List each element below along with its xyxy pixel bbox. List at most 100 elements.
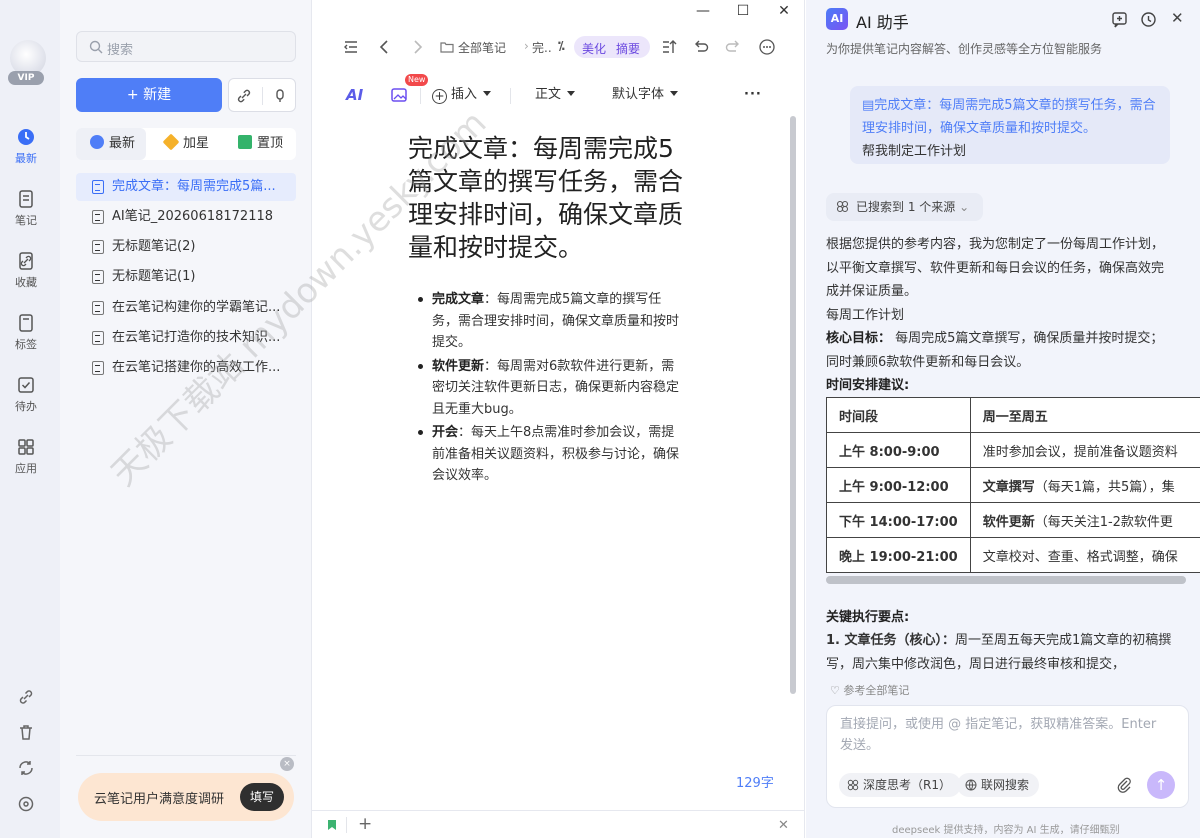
web-search-toggle[interactable]: 联网搜索 xyxy=(957,773,1040,797)
ai-write-button[interactable]: AI xyxy=(346,86,363,104)
note-title: AI笔记_20260618172118 xyxy=(112,209,274,224)
summary-button[interactable]: 摘要 xyxy=(616,40,640,57)
close-icon[interactable]: × xyxy=(280,757,294,771)
deep-think-toggle[interactable]: 深度思考（R1） xyxy=(839,773,961,797)
maximize-button[interactable]: ☐ xyxy=(736,4,750,18)
tab-label: 最新 xyxy=(109,136,136,151)
list-item[interactable]: 在云笔记搭建你的高效工作... xyxy=(76,354,296,382)
survey-fill-button[interactable]: 填写 xyxy=(240,783,284,811)
chip-label: 联网搜索 xyxy=(981,778,1030,792)
new-note-button[interactable]: + 新建 xyxy=(76,78,222,112)
add-tab-button[interactable]: + xyxy=(358,814,372,834)
rail-item-label: 收藏 xyxy=(15,276,37,289)
deep-think-icon xyxy=(847,779,859,791)
voice-record-icon[interactable] xyxy=(271,87,289,105)
list-item[interactable]: 无标题笔记(2) xyxy=(76,233,296,261)
minimize-button[interactable]: — xyxy=(696,4,710,18)
rail-item-notes[interactable]: 笔记 xyxy=(0,189,52,228)
table-row: 下午 14:00-17:00 软件更新（每天关注1-2款软件更 xyxy=(826,502,1200,538)
ai-question-input[interactable]: 直接提问，或使用 @ 指定笔记，获取精准答案。Enter 发送。 深度思考（R1… xyxy=(826,705,1189,808)
cell-text: 文章校对、查重、格式调整，确保 xyxy=(982,549,1178,565)
trash-icon[interactable] xyxy=(16,722,36,742)
back-icon[interactable] xyxy=(376,38,394,56)
quote-text: 完成文章：每周需完成5篇文章的撰写任务，需合理安排时间，确保文章质量和按时提交。 xyxy=(862,98,1156,136)
note-title-heading[interactable]: 完成文章：每周需完成5篇文章的撰写任务，需合理安排时间，确保文章质量和按时提交。 xyxy=(408,132,698,264)
list-item[interactable]: 完成文章：每周需完成5篇... xyxy=(76,173,296,201)
note-title: 无标题笔记(2) xyxy=(112,239,196,254)
source-tag[interactable]: 已搜索到 1 个来源 ⌄ xyxy=(826,193,984,221)
ai-logo-icon: AI xyxy=(826,8,848,30)
list-item[interactable]: 无标题笔记(1) xyxy=(76,263,296,291)
list-item[interactable]: AI笔记_20260618172118 xyxy=(76,203,296,231)
tab-starred[interactable]: 加星 xyxy=(160,128,224,160)
rail-item-label: 最新 xyxy=(15,152,37,165)
sort-icon[interactable] xyxy=(660,38,678,56)
plus-circle-icon: + xyxy=(432,89,447,104)
clip-link-icon[interactable] xyxy=(235,87,253,105)
rail-item-todo[interactable]: 待办 xyxy=(0,375,52,414)
insert-dropdown[interactable]: + 插入 xyxy=(432,84,492,106)
attachment-icon[interactable] xyxy=(1115,776,1133,794)
send-button[interactable]: ↑ xyxy=(1147,771,1175,799)
forward-icon[interactable] xyxy=(408,38,426,56)
reference-all-notes[interactable]: ♡ 参考全部笔记 xyxy=(830,682,909,698)
close-button[interactable]: ✕ xyxy=(777,4,791,18)
tab-latest[interactable]: 最新 xyxy=(76,128,146,160)
undo-icon[interactable] xyxy=(692,38,710,56)
globe-icon xyxy=(965,779,977,791)
note-body[interactable]: 完成文章：每周需完成5篇文章的撰写任务，需合理安排时间，确保文章质量和按时提交。… xyxy=(416,289,684,489)
rail-item-tags[interactable]: 标签 xyxy=(0,313,52,352)
document-icon xyxy=(92,180,104,194)
redo-icon[interactable] xyxy=(724,38,742,56)
settings-icon[interactable] xyxy=(16,794,36,814)
document-icon: ▤ xyxy=(862,98,875,113)
more-options-icon[interactable] xyxy=(758,38,776,56)
table-cell: 上午 9:00-12:00 xyxy=(826,467,971,503)
left-rail: VIP 最新 笔记 收藏 标签 待办 应用 xyxy=(0,0,60,838)
editor-scrollbar[interactable] xyxy=(790,116,796,694)
divider xyxy=(510,88,511,104)
new-chat-icon[interactable] xyxy=(1111,11,1128,28)
history-icon[interactable] xyxy=(1140,11,1157,28)
rail-item-apps[interactable]: 应用 xyxy=(0,437,52,476)
sync-icon[interactable] xyxy=(16,758,36,778)
chevron-down-icon xyxy=(567,91,576,96)
note-title: 在云笔记搭建你的高效工作... xyxy=(112,360,281,375)
font-dropdown[interactable]: 默认字体 xyxy=(612,84,679,106)
image-ai-icon[interactable] xyxy=(390,86,408,104)
table-scrollbar[interactable] xyxy=(826,576,1186,584)
list-tabs: 最新 加星 置顶 xyxy=(76,128,296,160)
collapse-sidebar-icon[interactable] xyxy=(342,38,360,56)
clock-icon xyxy=(90,135,104,149)
magic-icon[interactable]: ⁒ xyxy=(558,39,565,53)
search-input[interactable]: 搜索 xyxy=(76,31,296,62)
note-title: 无标题笔记(1) xyxy=(112,269,196,284)
editor-panel: — ☐ ✕ 全部笔记 › 完.. ⁒ 美化 摘要 AI New + 插入 正文 默… xyxy=(312,0,805,838)
breadcrumb[interactable]: 全部笔记 xyxy=(458,39,506,56)
beautify-button[interactable]: 美化 xyxy=(582,40,606,57)
close-icon[interactable]: ✕ xyxy=(1171,9,1188,27)
list-item[interactable]: 在云笔记打造你的技术知识... xyxy=(76,324,296,352)
rail-item-favorites[interactable]: 收藏 xyxy=(0,251,52,290)
paragraph-style-dropdown[interactable]: 正文 xyxy=(535,84,576,106)
note-title: 完成文章：每周需完成5篇... xyxy=(112,179,276,194)
quoted-note[interactable]: ▤完成文章：每周需完成5篇文章的撰写任务，需合理安排时间，确保文章质量和按时提交… xyxy=(862,94,1160,140)
bookmark-icon[interactable] xyxy=(326,819,338,831)
chevron-down-icon xyxy=(670,91,679,96)
rail-item-latest[interactable]: 最新 xyxy=(0,127,52,166)
toolbar-more-button[interactable]: ··· xyxy=(744,84,762,106)
cell-bold: 文章撰写 xyxy=(982,479,1035,495)
list-item: 开会：每天上午8点需准时参加会议，需提前准备相关议题资料，积极参与讨论，确保会议… xyxy=(416,422,684,487)
close-footer-button[interactable]: ✕ xyxy=(778,818,789,833)
table-cell: 文章撰写（每天1篇，共5篇），集 xyxy=(969,467,1200,503)
list-item[interactable]: 在云笔记构建你的学霸笔记... xyxy=(76,294,296,322)
editor-footer: + ✕ xyxy=(312,810,805,838)
link-icon[interactable] xyxy=(16,687,36,707)
user-message: ▤完成文章：每周需完成5篇文章的撰写任务，需合理安排时间，确保文章质量和按时提交… xyxy=(850,86,1170,164)
tab-pinned[interactable]: 置顶 xyxy=(234,128,296,160)
ai-answer: 根据您提供的参考内容，我为您制定了一份每周工作计划，以平衡文章撰写、软件更新和每… xyxy=(826,233,1171,398)
font-label: 默认字体 xyxy=(612,87,665,102)
document-icon xyxy=(92,301,104,315)
chevron-down-icon xyxy=(483,91,492,96)
bullet-heading: 完成文章 xyxy=(432,292,485,307)
